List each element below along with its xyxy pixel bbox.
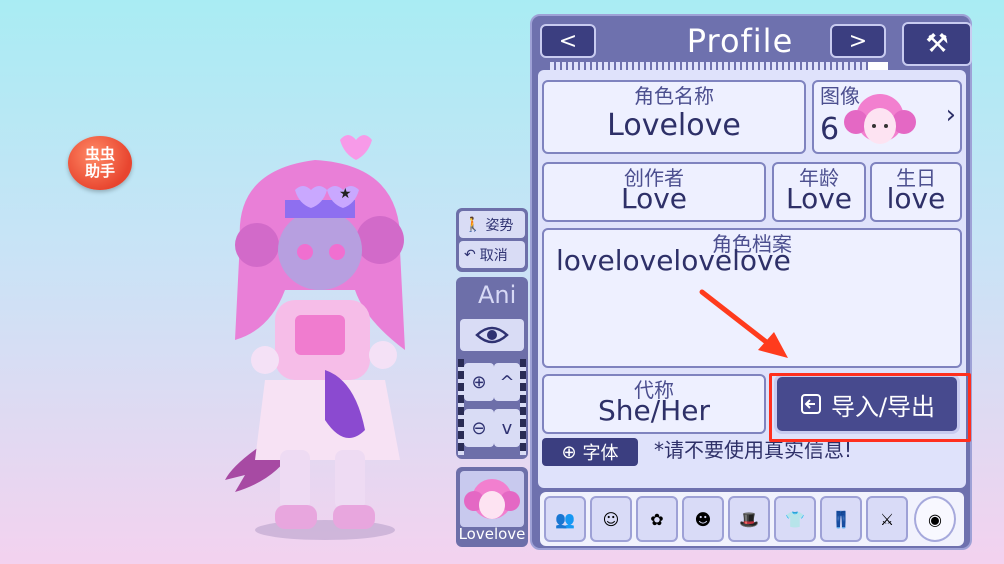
icon-next-chevron-icon[interactable]: ›: [946, 100, 956, 130]
tab-weapon[interactable]: ⚔: [866, 496, 908, 542]
face-icon: ☻: [694, 509, 712, 529]
pose-button[interactable]: 🚶 姿势: [459, 211, 525, 238]
pronouns-field[interactable]: 代称 She/Her: [542, 374, 766, 434]
anim-label[interactable]: Ani: [478, 281, 528, 309]
zoom-out-icon: ⊖: [471, 417, 487, 439]
pronouns-value: She/Her: [598, 394, 710, 427]
eye-icon: [475, 326, 509, 344]
annotation-arrow: [699, 289, 788, 358]
duo-characters-icon: 👥: [555, 509, 575, 529]
next-page-button[interactable]: >: [830, 24, 886, 58]
page-progress-bar: [548, 62, 888, 70]
tab-preset[interactable]: 👥: [544, 496, 586, 542]
body-icon: ☺: [602, 509, 620, 529]
character-preview[interactable]: ★: [215, 130, 425, 550]
character-thumbnail-image: [460, 471, 524, 527]
zoom-out-button[interactable]: ⊖: [464, 409, 494, 447]
shirt-icon: 👕: [785, 509, 805, 529]
hat-mask-icon: 🎩: [739, 509, 759, 529]
bio-value: lovelovelovelove: [556, 244, 791, 277]
name-value: Lovelove: [607, 108, 741, 143]
zoom-in-button[interactable]: ⊕: [464, 363, 494, 401]
sword-icon: ⚔: [879, 509, 895, 529]
pants-icon: 👖: [831, 509, 851, 529]
chevron-left-icon: <: [558, 28, 578, 54]
pose-icon: 🚶: [464, 216, 482, 233]
scroll-up-button[interactable]: ^: [494, 363, 520, 401]
hair-icon: ✿: [650, 509, 664, 529]
age-field[interactable]: 年龄 Love: [772, 162, 866, 222]
tab-accessory[interactable]: 🎩: [728, 496, 770, 542]
age-value: Love: [785, 182, 853, 215]
assistant-line1: 虫虫: [84, 145, 115, 163]
tab-body[interactable]: ☺: [590, 496, 632, 542]
animation-controls: Ani ⊕ ⊖ ^ v: [456, 277, 528, 459]
magic-wand-icon: ⚒: [925, 29, 949, 59]
name-field[interactable]: 角色名称 Lovelove: [542, 80, 806, 154]
pose-controls: 🚶 姿势 ↶ 取消: [456, 208, 528, 272]
page-progress-fill: [867, 62, 888, 70]
pose-label: 姿势: [485, 217, 514, 234]
creator-value: Love: [620, 182, 688, 215]
prev-page-button[interactable]: <: [540, 24, 596, 58]
chevron-down-icon: v: [501, 417, 513, 439]
tab-hair[interactable]: ✿: [636, 496, 678, 542]
annotation-highlight-box: [769, 373, 971, 442]
character-slot-label: Lovelove: [458, 525, 526, 543]
scroll-down-button[interactable]: v: [494, 409, 520, 447]
profile-panel: < Profile > ⚒ 角色名称 Lovelove 图像 6 › 创作者 L…: [530, 14, 972, 550]
assistant-badge[interactable]: 虫虫 助手: [68, 136, 132, 190]
character-slot-thumbnail[interactable]: Lovelove: [456, 467, 528, 547]
globe-icon: ⊕: [561, 441, 577, 463]
tab-profile[interactable]: ◉: [914, 496, 956, 542]
character-icon-image: [844, 94, 916, 144]
icon-field[interactable]: 图像 6 ›: [812, 80, 962, 154]
chevron-right-icon: >: [848, 28, 868, 54]
birthday-value: love: [886, 182, 946, 215]
tab-top[interactable]: 👕: [774, 496, 816, 542]
creator-field[interactable]: 创作者 Love: [542, 162, 766, 222]
chevron-up-icon: ^: [499, 371, 515, 393]
font-button[interactable]: ⊕ 字体: [542, 438, 638, 466]
undo-button[interactable]: ↶ 取消: [459, 241, 525, 268]
profile-icon: ◉: [928, 509, 942, 529]
undo-icon: ↶: [464, 246, 476, 263]
zoom-in-icon: ⊕: [471, 371, 487, 393]
birthday-field[interactable]: 生日 love: [870, 162, 962, 222]
font-label: 字体: [582, 443, 619, 464]
tab-face[interactable]: ☻: [682, 496, 724, 542]
visibility-button[interactable]: [460, 319, 524, 351]
tools-button[interactable]: ⚒: [902, 22, 972, 66]
category-tabs: 👥 ☺ ✿ ☻ 🎩 👕 👖 ⚔ ◉: [540, 492, 964, 546]
film-strip-right: [520, 359, 526, 455]
assistant-line2: 助手: [84, 162, 115, 180]
svg-text:★: ★: [339, 186, 352, 202]
undo-label: 取消: [479, 247, 508, 264]
profile-header: < Profile > ⚒: [540, 20, 972, 70]
name-label: 角色名称: [634, 84, 714, 108]
tab-bottom[interactable]: 👖: [820, 496, 862, 542]
